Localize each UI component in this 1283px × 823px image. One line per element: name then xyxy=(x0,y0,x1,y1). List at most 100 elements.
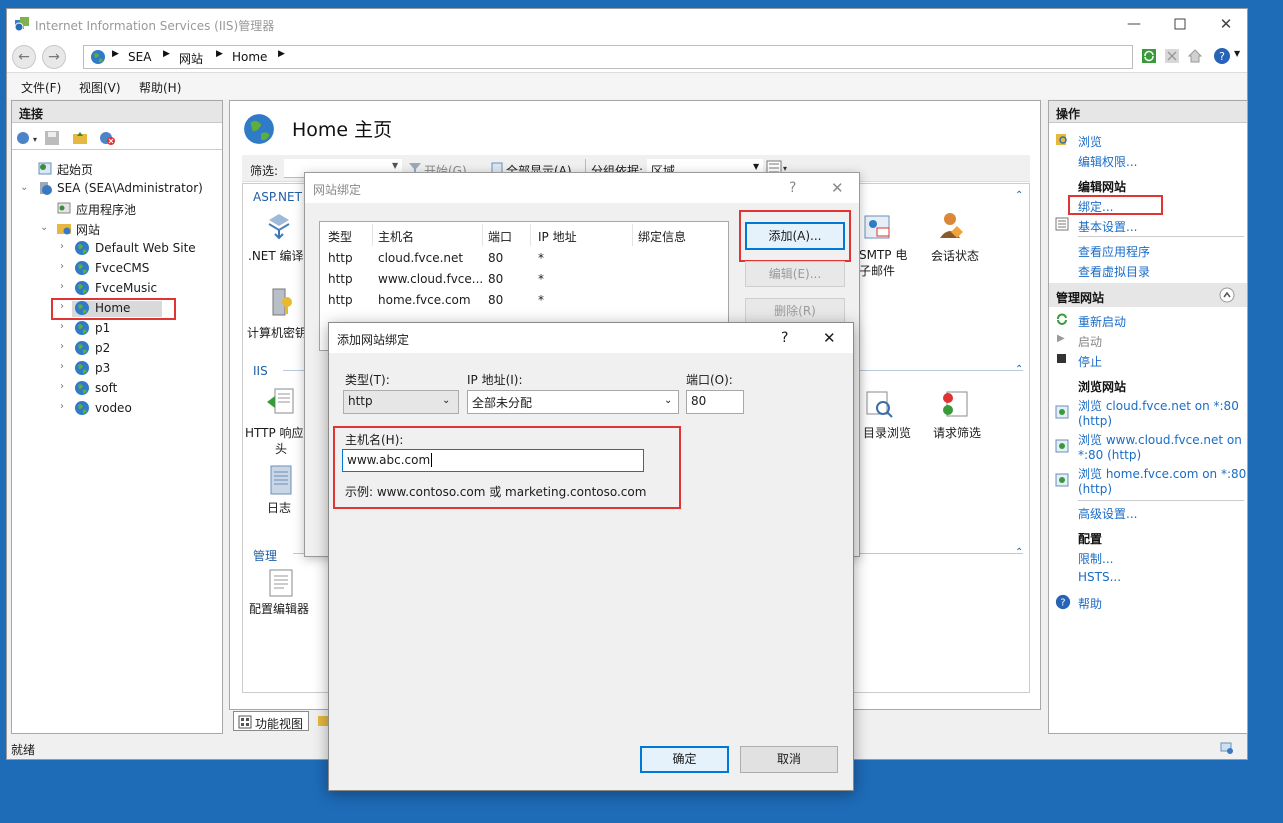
column-header-port[interactable]: 端口 xyxy=(488,228,512,245)
up-folder-icon[interactable] xyxy=(72,130,88,146)
add-binding-button[interactable]: 添加(A)... xyxy=(745,222,845,250)
disconnect-icon[interactable] xyxy=(98,130,116,146)
close-button[interactable]: ✕ xyxy=(1212,13,1240,35)
tree-collapse-arrow[interactable]: › xyxy=(60,321,64,332)
ok-button[interactable]: 确定 xyxy=(640,746,729,773)
address-field[interactable]: ▶ SEA ▶ 网站 ▶ Home ▶ xyxy=(83,45,1133,69)
action-view-virtual-dirs[interactable]: 查看虚拟目录 xyxy=(1078,263,1150,280)
tree-item-site[interactable]: Default Web Site xyxy=(95,241,196,255)
tree-item-site[interactable]: FvceCMS xyxy=(95,261,149,275)
breadcrumb-sites[interactable]: 网站 xyxy=(179,50,203,67)
tree-expand-arrow[interactable]: ⌄ xyxy=(20,182,28,193)
tree-collapse-arrow[interactable]: › xyxy=(60,261,64,272)
action-restart[interactable]: 重新启动 xyxy=(1078,313,1126,330)
action-browse-binding-1[interactable]: 浏览 cloud.fvce.net on *:80 xyxy=(1078,397,1239,414)
add-binding-close-button[interactable]: ✕ xyxy=(823,329,836,347)
column-header-host[interactable]: 主机名 xyxy=(378,228,414,245)
tree-collapse-arrow[interactable]: › xyxy=(60,301,64,312)
collapse-icon[interactable]: ⌃ xyxy=(1015,364,1023,375)
site-bindings-close-button[interactable]: ✕ xyxy=(831,179,844,197)
tab-features-view[interactable]: 功能视图 xyxy=(233,711,309,731)
feature-logging[interactable]: 日志 xyxy=(267,499,291,516)
back-button[interactable]: ← xyxy=(12,45,36,69)
minimize-button[interactable]: — xyxy=(1120,13,1148,35)
feature-config-editor[interactable]: 配置编辑器 xyxy=(249,600,309,617)
feature-request-filtering[interactable]: 请求筛选 xyxy=(933,424,981,441)
table-row[interactable]: http home.fvce.com 80 * xyxy=(320,290,728,311)
tree-item-site[interactable]: p2 xyxy=(95,341,110,355)
feature-session-state[interactable]: 会话状态 xyxy=(931,247,979,264)
tree-item-sites[interactable]: 网站 xyxy=(76,221,100,238)
tree-item-home-selected[interactable]: Home xyxy=(95,301,130,315)
action-browse-binding-2[interactable]: 浏览 www.cloud.fvce.net on xyxy=(1078,431,1242,448)
site-bindings-help-button[interactable]: ? xyxy=(789,180,796,196)
collapse-icon[interactable]: ⌃ xyxy=(1015,190,1023,201)
action-limits[interactable]: 限制... xyxy=(1078,550,1113,567)
action-browse-binding-2-line2[interactable]: *:80 (http) xyxy=(1078,448,1141,462)
tree-item-site[interactable]: vodeo xyxy=(95,401,132,415)
stop-icon[interactable] xyxy=(1164,48,1180,64)
host-name-input[interactable]: www.abc.com xyxy=(342,449,644,472)
ip-address-select[interactable]: 全部未分配 ⌄ xyxy=(467,390,679,414)
connect-icon[interactable]: ▾ xyxy=(16,130,38,146)
remove-binding-button[interactable]: 删除(R) xyxy=(745,298,845,324)
maximize-button[interactable] xyxy=(1166,13,1194,35)
tree-item-site[interactable]: soft xyxy=(95,381,117,395)
section-management[interactable]: 管理 xyxy=(253,547,277,564)
breadcrumb-sea[interactable]: SEA xyxy=(128,50,151,64)
help-icon[interactable]: ? xyxy=(1213,47,1231,65)
action-hsts[interactable]: HSTS... xyxy=(1078,570,1121,584)
action-browse[interactable]: 浏览 xyxy=(1078,133,1102,150)
menu-file[interactable]: 文件(F) xyxy=(21,79,61,96)
breadcrumb-home[interactable]: Home xyxy=(232,50,267,64)
action-help[interactable]: 帮助 xyxy=(1078,595,1102,612)
type-select[interactable]: http ⌄ xyxy=(343,390,459,414)
tree-item-site[interactable]: p3 xyxy=(95,361,110,375)
action-stop[interactable]: 停止 xyxy=(1078,353,1102,370)
tree-item-app-pools[interactable]: 应用程序池 xyxy=(76,201,136,218)
tree-item-site[interactable]: p1 xyxy=(95,321,110,335)
tree-collapse-arrow[interactable]: › xyxy=(60,281,64,292)
filter-dropdown-icon[interactable]: ▼ xyxy=(392,161,398,170)
column-header-ip[interactable]: IP 地址 xyxy=(538,228,577,245)
help-dropdown-icon[interactable]: ▼ xyxy=(1234,49,1240,58)
tree-collapse-arrow[interactable]: › xyxy=(60,381,64,392)
collapse-icon[interactable]: ⌃ xyxy=(1015,547,1023,558)
section-aspnet[interactable]: ASP.NET xyxy=(253,190,302,204)
tree-item-site[interactable]: FvceMusic xyxy=(95,281,157,295)
table-row[interactable]: http www.cloud.fvce... 80 * xyxy=(320,269,728,290)
forward-button[interactable]: → xyxy=(42,45,66,69)
action-browse-binding-1-line2[interactable]: (http) xyxy=(1078,414,1112,428)
action-browse-binding-3[interactable]: 浏览 home.fvce.com on *:80 xyxy=(1078,465,1246,482)
add-binding-help-button[interactable]: ? xyxy=(781,330,788,346)
home-icon[interactable] xyxy=(1187,48,1203,64)
tree-collapse-arrow[interactable]: › xyxy=(60,341,64,352)
tree-collapse-arrow[interactable]: › xyxy=(60,241,64,252)
tree-collapse-arrow[interactable]: › xyxy=(60,361,64,372)
feature-directory-browsing[interactable]: 目录浏览 xyxy=(863,424,911,441)
action-edit-permissions[interactable]: 编辑权限... xyxy=(1078,153,1137,170)
table-row[interactable]: http cloud.fvce.net 80 * xyxy=(320,248,728,269)
tree-item-start-page[interactable]: 起始页 xyxy=(57,161,93,178)
action-basic-settings[interactable]: 基本设置... xyxy=(1078,218,1137,235)
action-advanced-settings[interactable]: 高级设置... xyxy=(1078,505,1137,522)
action-start[interactable]: 启动 xyxy=(1078,333,1102,350)
tree-expand-arrow[interactable]: ⌄ xyxy=(40,222,48,233)
feature-machine-key[interactable]: 计算机密钥 xyxy=(247,324,307,341)
section-iis[interactable]: IIS xyxy=(253,364,268,378)
column-header-binding-info[interactable]: 绑定信息 xyxy=(638,228,686,245)
save-icon[interactable] xyxy=(44,130,60,146)
feature-smtp[interactable]: SMTP 电子邮件 xyxy=(859,247,915,279)
menu-help[interactable]: 帮助(H) xyxy=(139,79,181,96)
menu-view[interactable]: 视图(V) xyxy=(79,79,121,96)
cancel-button[interactable]: 取消 xyxy=(740,746,838,773)
tree-item-server[interactable]: SEA (SEA\Administrator) xyxy=(57,181,203,195)
action-bindings[interactable]: 绑定... xyxy=(1078,198,1113,215)
edit-binding-button[interactable]: 编辑(E)... xyxy=(745,261,845,287)
collapse-icon[interactable] xyxy=(1219,287,1235,303)
tree-collapse-arrow[interactable]: › xyxy=(60,401,64,412)
refresh-icon[interactable] xyxy=(1141,48,1157,64)
port-input[interactable]: 80 xyxy=(686,390,744,414)
action-view-applications[interactable]: 查看应用程序 xyxy=(1078,243,1150,260)
column-header-type[interactable]: 类型 xyxy=(328,228,352,245)
